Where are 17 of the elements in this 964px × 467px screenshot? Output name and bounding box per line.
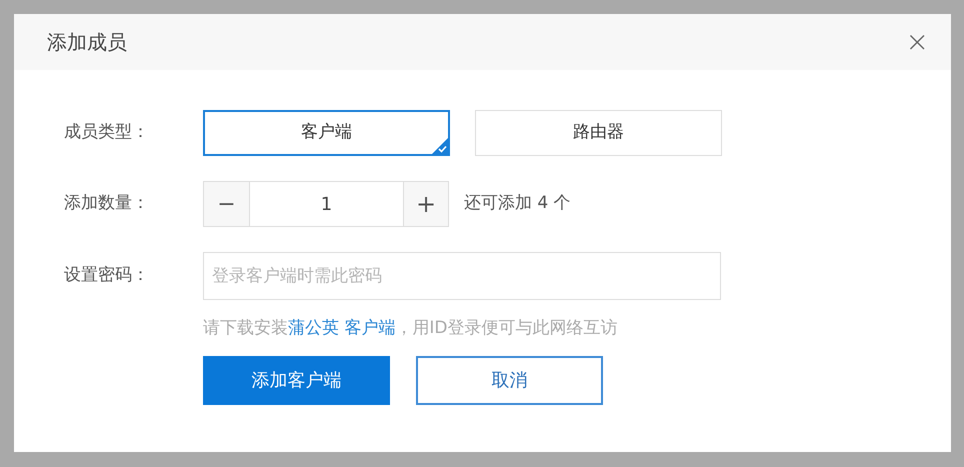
client-download-link[interactable]: 蒲公英 客户端 (288, 318, 396, 338)
type-option[interactable]: 客户端 (203, 110, 450, 156)
download-hint: 请下载安装蒲公英 客户端，用ID登录便可与此网络互访 (203, 317, 619, 340)
quantity-field[interactable]: 1 (250, 182, 403, 226)
decrement-button[interactable]: − (204, 182, 250, 226)
field-label: 设置密码： (64, 264, 150, 288)
cancel-button[interactable]: 取消 (416, 356, 603, 404)
field-label: 成员类型： (64, 121, 150, 144)
password-field[interactable]: 登录客户端时需此密码 (203, 252, 721, 300)
dialog-title: 添加成员 (47, 29, 127, 56)
increment-button[interactable]: + (403, 182, 448, 226)
remaining-count: 还可添加 4 个 (464, 192, 571, 216)
type-option[interactable]: 路由器 (475, 110, 722, 156)
close-button[interactable]: × (906, 28, 929, 56)
field-label: 添加数量： (64, 192, 150, 216)
check-icon (432, 138, 448, 154)
add-client-button[interactable]: 添加客户端 (203, 356, 390, 404)
